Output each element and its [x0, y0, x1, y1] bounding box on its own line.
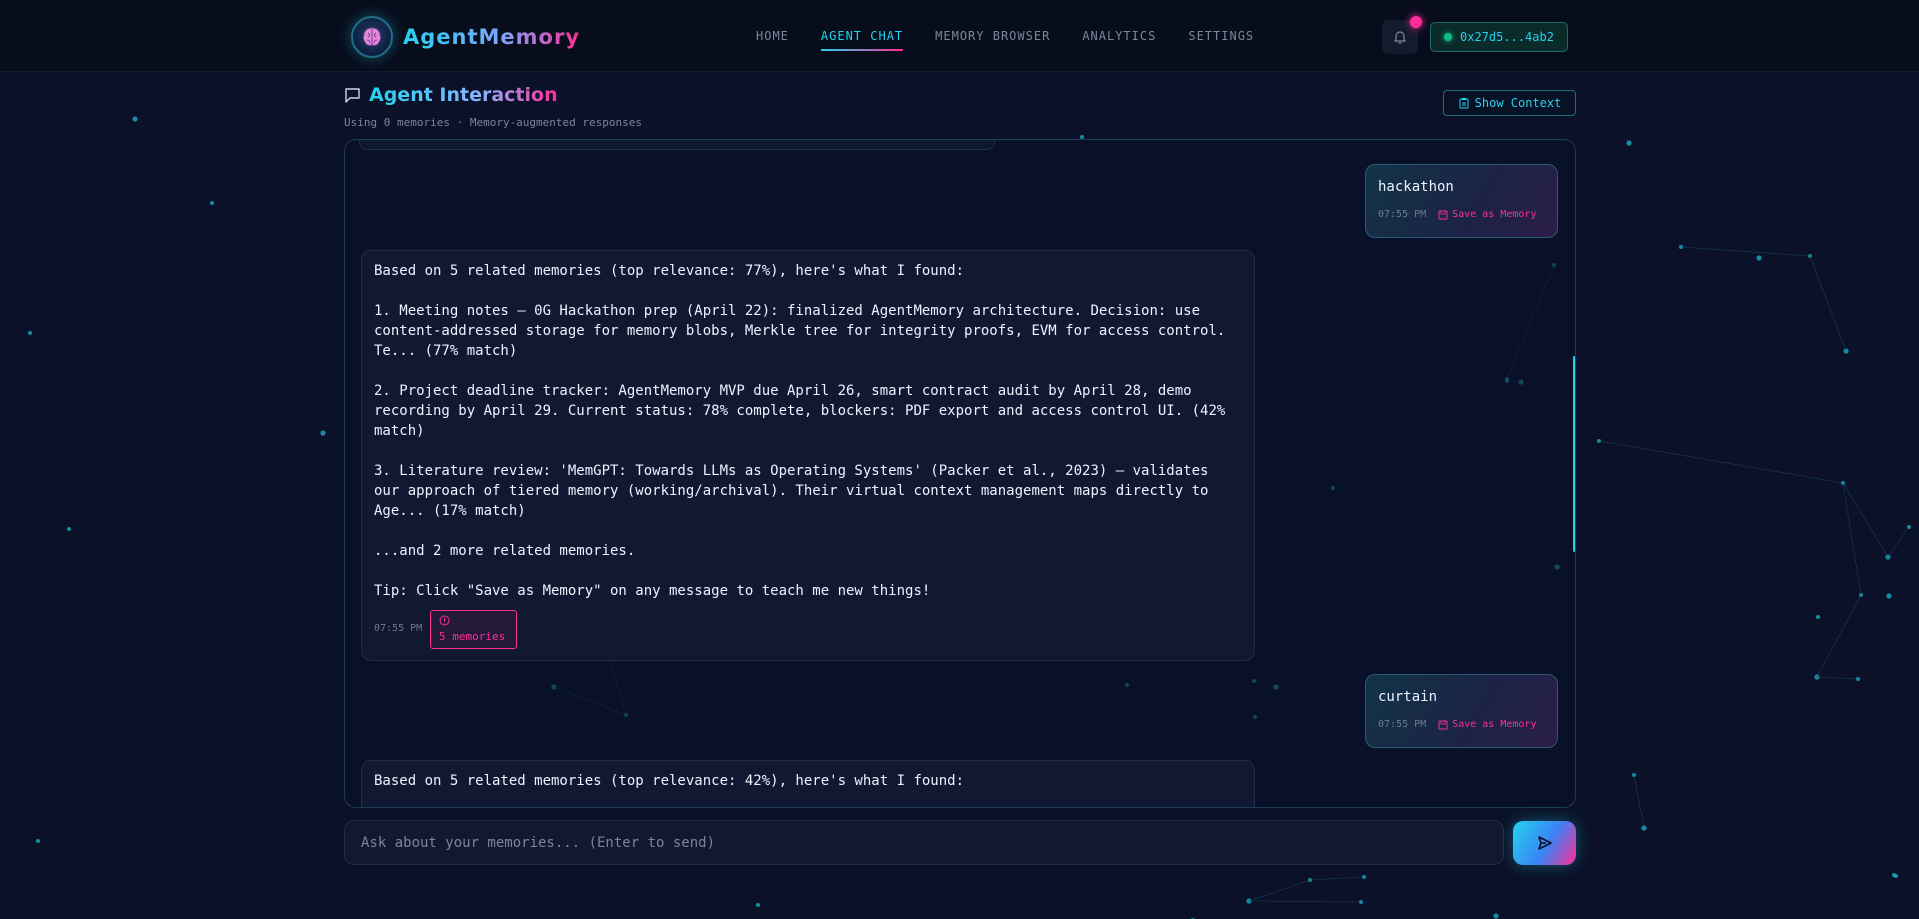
- particle-link: [1633, 774, 1645, 829]
- user-message: curtain 07:55 PM Save as Memory: [1365, 674, 1558, 748]
- user-message: hackathon 07:55 PM Save as Memory: [1365, 164, 1558, 238]
- agent-message-line: Age... (17% match): [374, 503, 526, 519]
- clipboard-icon: [1459, 98, 1469, 109]
- notification-badge: [1410, 16, 1422, 28]
- agent-message-line: our approach of tiered memory (working/a…: [374, 483, 1209, 499]
- particle-link: [1816, 676, 1859, 680]
- particle-link: [1248, 900, 1362, 903]
- agent-message-line: 2. Project deadline tracker: AgentMemory…: [374, 383, 1192, 399]
- agent-message-line: 1. Meeting notes — 0G Hackathon prep (Ap…: [374, 303, 1201, 319]
- particle-dot: [1756, 255, 1762, 261]
- logo[interactable]: AgentMemory: [351, 16, 580, 58]
- show-context-label: Show Context: [1474, 96, 1562, 110]
- particle-dot: [210, 201, 214, 205]
- nav-home[interactable]: HOME: [756, 29, 789, 43]
- particle-dot: [1816, 615, 1820, 619]
- memories-used-chip[interactable]: 5 memories: [430, 610, 517, 649]
- agent-message: Based on 5 related memories (top relevan…: [361, 250, 1255, 661]
- particle-dot: [756, 903, 760, 907]
- nav-agent-chat[interactable]: AGENT CHAT: [820, 29, 904, 51]
- chat-panel[interactable]: hackathon 07:55 PM Save as Memory Based …: [344, 139, 1576, 808]
- user-message-text: curtain: [1378, 689, 1438, 705]
- save-icon: [1438, 210, 1448, 219]
- particle-link: [1248, 879, 1311, 902]
- chat-scrollbar[interactable]: [1573, 356, 1575, 552]
- wallet-button[interactable]: 0x27d5...4ab2: [1430, 22, 1568, 52]
- app-name: AgentMemory: [403, 25, 581, 49]
- chat-bubble-icon: [345, 87, 360, 103]
- send-icon: [1537, 836, 1552, 850]
- particle-dot: [1886, 593, 1892, 599]
- particle-dot: [1894, 874, 1898, 878]
- nav-analytics[interactable]: ANALYTICS: [1082, 29, 1156, 43]
- connected-status-dot: [1444, 33, 1453, 41]
- message-time: 07:55 PM: [374, 623, 423, 634]
- save-as-memory-button[interactable]: Save as Memory: [1438, 209, 1536, 220]
- page-subtitle: Using 0 memories · Memory-augmented resp…: [344, 116, 643, 129]
- brain-logo-icon: [351, 16, 393, 58]
- particle-link: [1680, 246, 1811, 257]
- top-navbar: AgentMemory HOME AGENT CHAT MEMORY BROWS…: [0, 0, 1919, 72]
- particle-link: [1816, 594, 1862, 678]
- nav-memory-browser[interactable]: MEMORY BROWSER: [935, 29, 1050, 43]
- agent-message-line: content-addressed storage for memory blo…: [374, 323, 1226, 339]
- agent-message-line: recording by April 29. Current status: 7…: [374, 403, 1226, 419]
- agent-message-line: Te... (77% match): [374, 343, 518, 359]
- particle-dot: [36, 839, 40, 843]
- agent-message: Based on 5 related memories (top relevan…: [361, 760, 1255, 807]
- send-button[interactable]: [1513, 821, 1576, 865]
- particle-link: [1809, 255, 1847, 352]
- bell-icon: [1393, 31, 1407, 44]
- nav-links: HOME AGENT CHAT MEMORY BROWSER ANALYTICS…: [756, 29, 1286, 51]
- particle-link: [1598, 440, 1844, 484]
- page-title: Agent Interaction: [369, 84, 558, 106]
- message-time: 07:55 PM: [1378, 209, 1427, 220]
- particle-dot: [1626, 140, 1632, 146]
- particle-dot: [1493, 913, 1499, 919]
- particle-dot: [67, 527, 71, 531]
- wallet-address: 0x27d5...4ab2: [1460, 30, 1554, 44]
- message-composer: [344, 820, 1504, 865]
- save-as-memory-button[interactable]: Save as Memory: [1438, 719, 1536, 730]
- notifications-button[interactable]: [1382, 16, 1422, 54]
- info-icon: [439, 615, 450, 626]
- message-input[interactable]: [361, 821, 1481, 864]
- show-context-button[interactable]: Show Context: [1443, 90, 1576, 116]
- agent-message-line: ...and 2 more related memories.: [374, 543, 636, 559]
- previous-message-bubble: [359, 140, 995, 150]
- particle-link: [1842, 482, 1889, 558]
- save-as-memory-label: Save as Memory: [1452, 209, 1537, 220]
- agent-message-line: Based on 5 related memories (top relevan…: [374, 263, 965, 279]
- agent-message-line: match): [374, 423, 425, 439]
- particle-dot: [28, 331, 32, 335]
- agent-message-line: 3. Literature review: 'MemGPT: Towards L…: [374, 463, 1209, 479]
- particle-link: [1309, 876, 1365, 881]
- memories-count: 5 memories: [439, 630, 506, 643]
- particle-link: [1887, 526, 1910, 558]
- nav-settings[interactable]: SETTINGS: [1188, 29, 1254, 43]
- save-icon: [1438, 720, 1448, 729]
- user-message-text: hackathon: [1378, 179, 1454, 195]
- agent-message-line: Tip: Click "Save as Memory" on any messa…: [374, 583, 931, 599]
- particle-link: [1842, 482, 1862, 596]
- agent-message-line: Based on 5 related memories (top relevan…: [374, 773, 965, 789]
- particle-dot: [132, 116, 138, 122]
- message-time: 07:55 PM: [1378, 719, 1427, 730]
- page-header: Agent Interaction Using 0 memories · Mem…: [344, 84, 642, 129]
- save-as-memory-label: Save as Memory: [1452, 719, 1537, 730]
- particle-dot: [320, 430, 326, 436]
